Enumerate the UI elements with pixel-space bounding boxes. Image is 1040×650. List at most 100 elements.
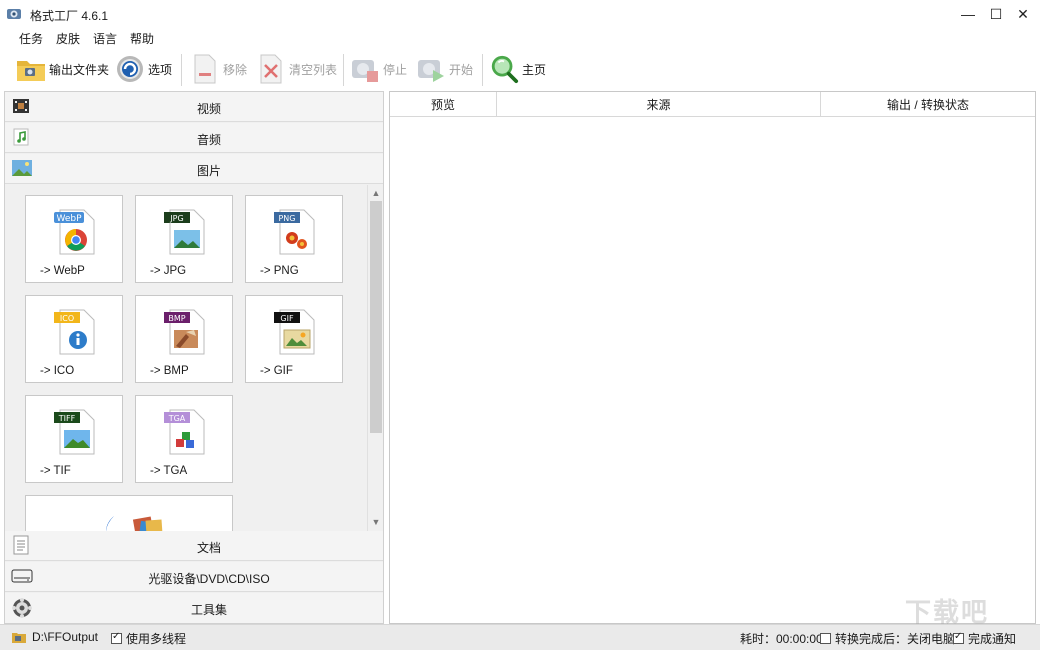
format-tile-bmp[interactable]: BMP -> BMP (135, 295, 233, 383)
start-button[interactable]: 开始 (416, 52, 473, 86)
column-output-status[interactable]: 输出 / 转换状态 (821, 92, 1035, 117)
multithread-label: 使用多线程 (126, 632, 187, 646)
task-list-panel[interactable]: 预览 来源 输出 / 转换状态 (389, 91, 1036, 624)
app-icon (6, 6, 22, 22)
png-file-icon: PNG (274, 208, 318, 256)
format-tile-label: -> ICO (40, 365, 75, 377)
svg-text:TIFF: TIFF (58, 414, 76, 423)
folder-icon (16, 54, 46, 84)
category-optical-drive-label: 光驱设备\DVD\CD\ISO (148, 572, 270, 586)
stop-button[interactable]: 停止 (350, 52, 407, 86)
category-audio-label: 音频 (196, 133, 221, 147)
notify-checkbox[interactable] (953, 631, 964, 644)
category-optical-drive[interactable]: 光驱设备\DVD\CD\ISO (5, 562, 383, 592)
tools-gear-icon (11, 597, 32, 618)
title-bar: 格式工厂 4.6.1 — ☐ ✕ (0, 0, 1040, 28)
notify-toggle[interactable]: 完成通知 (953, 630, 1016, 647)
format-tile-gif[interactable]: GIF -> GIF (245, 295, 343, 383)
after-convert-label: 转换完成后：关闭电脑 (835, 632, 956, 646)
category-tools[interactable]: 工具集 (5, 593, 383, 623)
category-video-label: 视频 (196, 102, 221, 116)
format-tile-image-tools[interactable] (25, 495, 233, 531)
webp-file-icon: WebP (54, 208, 98, 256)
film-icon (11, 96, 31, 116)
category-image[interactable]: 图片 (5, 154, 383, 184)
bmp-file-icon: BMP (164, 308, 208, 356)
clear-list-label: 清空列表 (289, 62, 338, 77)
menu-bar: 任务 皮肤 语言 帮助 (0, 28, 1040, 48)
svg-text:JPG: JPG (169, 214, 183, 223)
menu-help[interactable]: 帮助 (130, 30, 154, 47)
format-tile-label: -> TGA (150, 465, 188, 477)
multithread-checkbox[interactable] (111, 631, 122, 644)
format-tile-label: -> GIF (260, 365, 293, 377)
menu-language[interactable]: 语言 (93, 30, 117, 47)
column-source[interactable]: 来源 (497, 92, 821, 117)
scroll-down-arrow-icon[interactable]: ▼ (370, 516, 382, 528)
scroll-thumb[interactable] (370, 201, 382, 433)
clear-list-icon (256, 54, 286, 84)
svg-text:PNG: PNG (278, 214, 295, 223)
options-button[interactable]: 选项 (115, 52, 172, 86)
format-tile-tga[interactable]: TGA -> TGA (135, 395, 233, 483)
window-title: 格式工厂 4.6.1 (30, 9, 109, 23)
minimize-button[interactable]: — (953, 0, 983, 28)
start-icon (416, 54, 446, 84)
notify-label: 完成通知 (968, 632, 1017, 646)
menu-skin[interactable]: 皮肤 (56, 30, 80, 47)
format-tile-png[interactable]: PNG -> PNG (245, 195, 343, 283)
document-icon (11, 535, 31, 555)
toolbar-divider (181, 54, 182, 86)
stop-icon (350, 54, 380, 84)
output-path-text: D:\FFOutput (32, 630, 99, 644)
after-convert-toggle[interactable]: 转换完成后：关闭电脑 (820, 630, 955, 647)
gif-file-icon: GIF (274, 308, 318, 356)
home-magnifier-icon (489, 54, 519, 84)
stop-label: 停止 (383, 62, 408, 77)
remove-button[interactable]: 移除 (190, 52, 247, 86)
clear-list-button[interactable]: 清空列表 (256, 52, 337, 86)
gear-icon (115, 54, 145, 84)
jpg-file-icon: JPG (164, 208, 208, 256)
music-note-icon (11, 127, 31, 147)
format-tile-label: -> TIF (40, 465, 71, 477)
format-tile-label: -> PNG (260, 265, 299, 277)
format-tile-label: -> JPG (150, 265, 187, 277)
format-tile-jpg[interactable]: JPG -> JPG (135, 195, 233, 283)
format-tile-tif[interactable]: TIFF -> TIF (25, 395, 123, 483)
scroll-up-arrow-icon[interactable]: ▲ (370, 187, 382, 199)
category-tools-label: 工具集 (190, 603, 227, 617)
image-format-grid: WebP -> WebP JPG -> JPG PNG -> PNG ICO -… (5, 185, 367, 531)
output-folder-label: 输出文件夹 (49, 62, 110, 77)
svg-text:ICO: ICO (60, 314, 74, 323)
home-label: 主页 (522, 62, 547, 77)
svg-text:TGA: TGA (168, 414, 186, 423)
category-video[interactable]: 视频 (5, 92, 383, 122)
home-button[interactable]: 主页 (489, 52, 546, 86)
picture-icon (11, 158, 32, 178)
menu-task[interactable]: 任务 (19, 30, 43, 47)
category-audio[interactable]: 音频 (5, 123, 383, 153)
remove-label: 移除 (223, 62, 248, 77)
format-tile-label: -> BMP (150, 365, 189, 377)
column-preview[interactable]: 预览 (390, 92, 497, 117)
format-tile-ico[interactable]: ICO -> ICO (25, 295, 123, 383)
remove-icon (190, 54, 220, 84)
format-tile-webp[interactable]: WebP -> WebP (25, 195, 123, 283)
output-folder-button[interactable]: 输出文件夹 (16, 52, 109, 86)
close-button[interactable]: ✕ (1008, 0, 1038, 28)
category-panel: 视频 音频 图片 WebP -> WebP JPG -> JPG PNG -> … (4, 91, 384, 624)
multithread-toggle[interactable]: 使用多线程 (111, 630, 186, 647)
maximize-button[interactable]: ☐ (981, 0, 1011, 28)
tiff-file-icon: TIFF (54, 408, 98, 456)
format-tile-label: -> WebP (40, 265, 85, 277)
output-path[interactable]: D:\FFOutput (12, 630, 98, 644)
after-convert-checkbox[interactable] (820, 633, 831, 644)
start-label: 开始 (449, 62, 474, 77)
optical-drive-icon (11, 566, 33, 586)
format-grid-scrollbar[interactable]: ▲ ▼ (367, 185, 383, 531)
category-document[interactable]: 文档 (5, 531, 383, 561)
elapsed-time: 耗时：00:00:00 (740, 632, 823, 646)
toolbar-divider (343, 54, 344, 86)
svg-text:GIF: GIF (280, 314, 294, 323)
